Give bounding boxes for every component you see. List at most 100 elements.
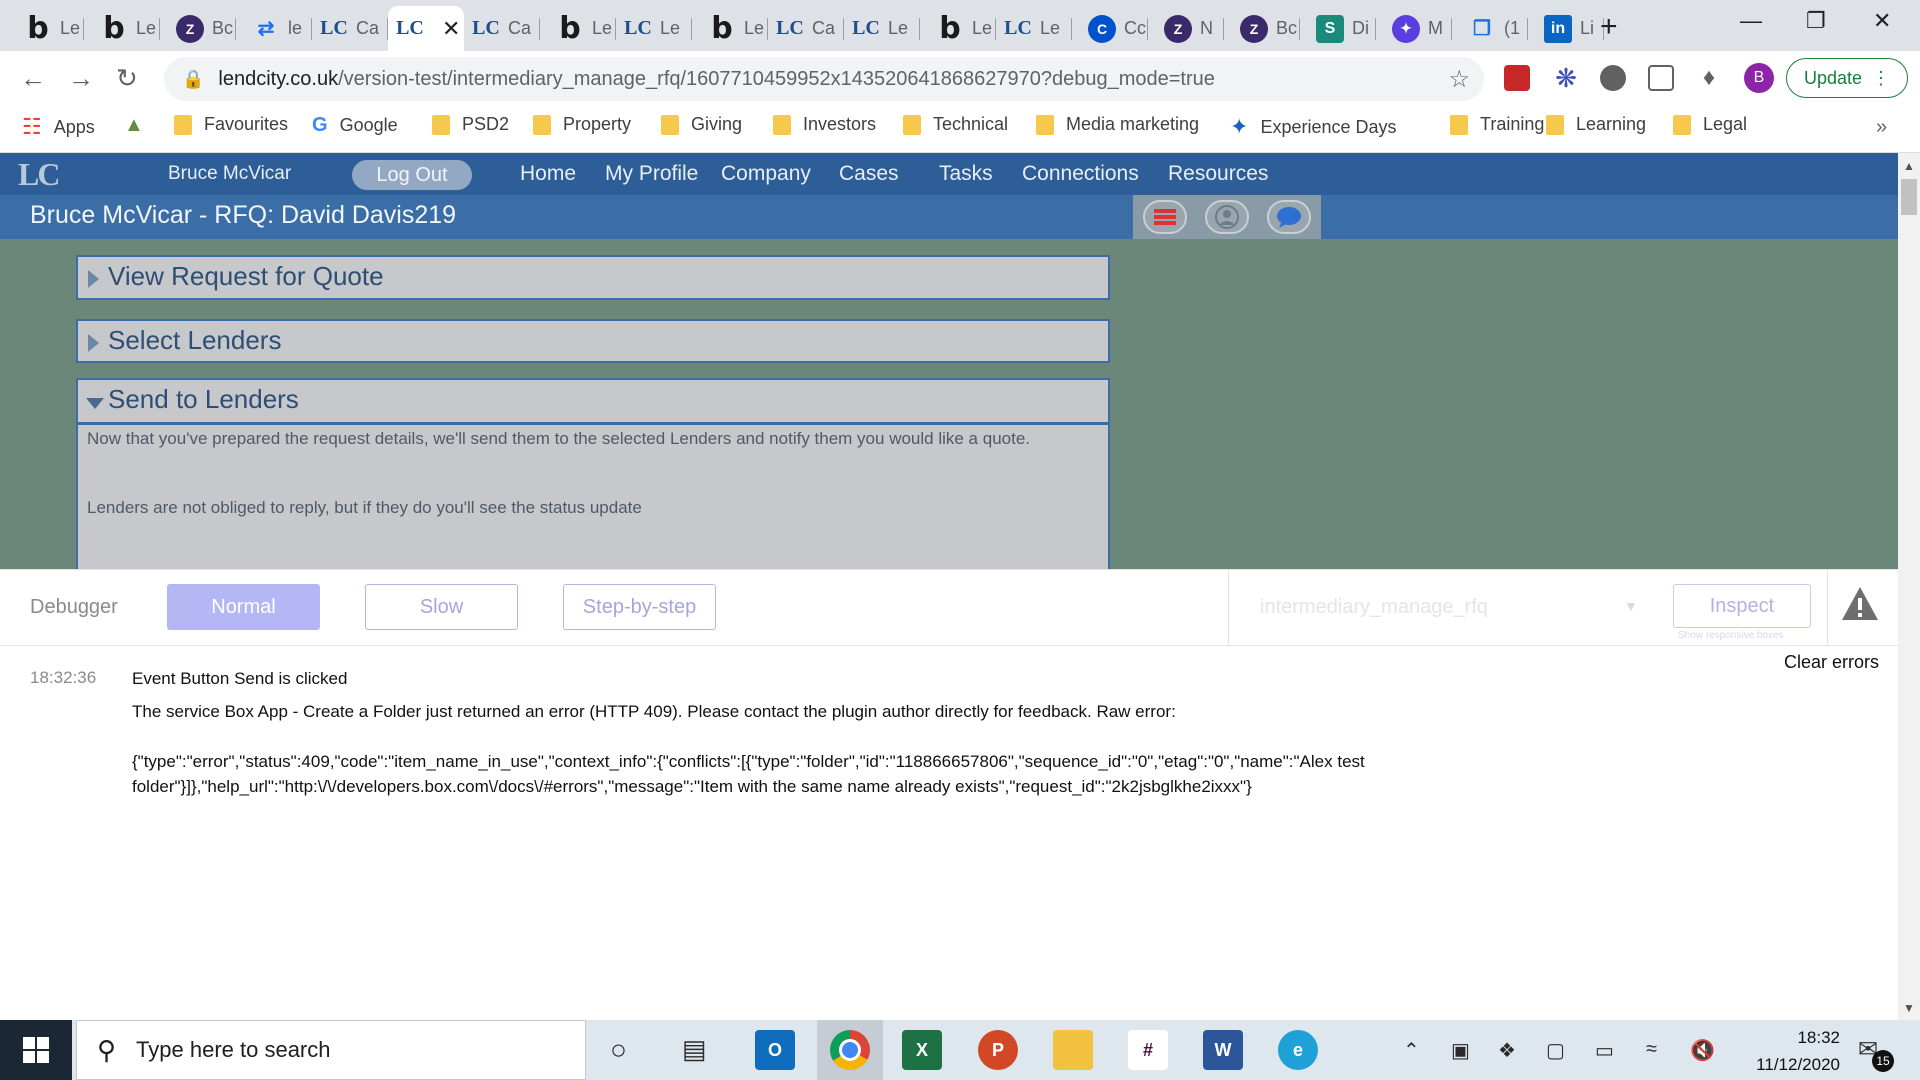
browser-tab[interactable]: ❐ (1	[1452, 6, 1528, 51]
update-button[interactable]: Update ⋮	[1786, 58, 1908, 98]
outlook-icon[interactable]: O	[755, 1030, 795, 1070]
bookmark-item[interactable]: Property	[533, 114, 631, 135]
bookmark-item[interactable]: Technical	[903, 114, 1008, 135]
clipboard-extension-icon[interactable]	[1648, 65, 1674, 91]
bookmark-item[interactable]: ✦ Experience Days	[1230, 114, 1397, 140]
browser-tab[interactable]: Z Bc	[1224, 6, 1300, 51]
taskbar-clock[interactable]: 18:32 11/12/2020	[1720, 1024, 1840, 1078]
minimize-icon[interactable]: —	[1740, 8, 1762, 34]
bookmark-item[interactable]: ▲	[124, 114, 144, 137]
extension-circle-icon[interactable]	[1600, 65, 1626, 91]
scroll-up-icon[interactable]: ▲	[1903, 159, 1915, 173]
chrome-icon[interactable]	[830, 1030, 870, 1070]
logout-button[interactable]: Log Out	[352, 160, 472, 190]
edge-icon[interactable]: e	[1278, 1030, 1318, 1070]
reload-icon[interactable]: ↻	[116, 63, 138, 94]
section-view-rfq[interactable]: View Request for Quote	[76, 255, 1110, 300]
bookmark-item[interactable]: G Google	[312, 114, 398, 137]
back-icon[interactable]: ←	[20, 63, 46, 94]
bookmark-item[interactable]: Giving	[661, 114, 742, 135]
close-window-icon[interactable]: ✕	[1873, 8, 1891, 34]
address-bar[interactable]: 🔒 lendcity.co.uk/version-test/intermedia…	[164, 57, 1484, 101]
browser-tab[interactable]: b Le	[84, 6, 160, 51]
powerpoint-icon[interactable]: P	[978, 1030, 1018, 1070]
windows-start-button[interactable]	[0, 1020, 72, 1080]
bookmark-item[interactable]: PSD2	[432, 114, 509, 135]
restore-icon[interactable]: ❐	[1806, 8, 1826, 34]
taskbar-search-box[interactable]: ⚲ Type here to search	[76, 1020, 586, 1080]
chevron-down-icon[interactable]: ▼	[1624, 598, 1638, 614]
nav-my-profile[interactable]: My Profile	[605, 162, 698, 186]
file-explorer-icon[interactable]	[1053, 1030, 1093, 1070]
nav-connections[interactable]: Connections	[1022, 162, 1139, 186]
clear-errors-link[interactable]: Clear errors	[1784, 652, 1879, 673]
browser-tab[interactable]: ⇄ le	[236, 6, 312, 51]
extensions-puzzle-icon[interactable]: ♦	[1696, 65, 1722, 91]
mode-step-button[interactable]: Step-by-step	[563, 584, 716, 630]
section-send-to-lenders[interactable]: Send to Lenders	[76, 378, 1110, 424]
browser-tab[interactable]: ZN	[1148, 6, 1224, 51]
meet-now-icon[interactable]: ▣	[1451, 1038, 1470, 1063]
wifi-icon[interactable]: ≈	[1646, 1038, 1657, 1061]
show-responsive-boxes-link[interactable]: Show responsive boxes	[1678, 630, 1784, 641]
app-logo[interactable]: LC	[18, 156, 60, 193]
browser-tab[interactable]: b Le	[8, 6, 84, 51]
profile-avatar[interactable]: B	[1744, 63, 1774, 93]
dropbox-icon[interactable]: ❖	[1498, 1038, 1516, 1063]
slack-icon[interactable]: #	[1128, 1030, 1168, 1070]
nav-company[interactable]: Company	[721, 162, 811, 186]
section-select-lenders[interactable]: Select Lenders	[76, 319, 1110, 363]
warning-icon[interactable]	[1840, 584, 1880, 624]
list-menu-icon[interactable]	[1143, 200, 1187, 234]
excel-icon[interactable]: X	[902, 1030, 942, 1070]
browser-tab[interactable]: b Le	[692, 6, 768, 51]
user-profile-icon[interactable]	[1205, 200, 1249, 234]
mode-normal-button[interactable]: Normal	[167, 584, 320, 630]
browser-tab[interactable]: in Li	[1528, 6, 1604, 51]
word-icon[interactable]: W	[1203, 1030, 1243, 1070]
browser-tab[interactable]: Z Bc	[160, 6, 236, 51]
new-tab-button[interactable]: +	[1600, 10, 1618, 44]
forward-icon[interactable]: →	[68, 63, 94, 94]
nav-tasks[interactable]: Tasks	[939, 162, 993, 186]
browser-tab[interactable]: b Le	[540, 6, 616, 51]
nav-resources[interactable]: Resources	[1168, 162, 1268, 186]
lastpass-extension-icon[interactable]	[1504, 65, 1530, 91]
battery-icon[interactable]: ▭	[1595, 1038, 1614, 1063]
browser-tab[interactable]: b Le	[920, 6, 996, 51]
task-view-icon[interactable]: ▤	[682, 1034, 707, 1065]
page-scrollbar[interactable]: ▲ ▼	[1898, 153, 1920, 1020]
browser-tab[interactable]: LC Ca	[768, 6, 844, 51]
browser-tab[interactable]: C Cc	[1072, 6, 1148, 51]
inspect-button[interactable]: Inspect	[1673, 584, 1811, 628]
browser-tab[interactable]: LC Ca	[464, 6, 540, 51]
browser-tab[interactable]: LC ✕	[388, 6, 464, 51]
browser-tab[interactable]: S Di	[1300, 6, 1376, 51]
bookmark-item[interactable]: Favourites	[174, 114, 288, 135]
bookmark-item[interactable]: Media marketing	[1036, 114, 1199, 135]
bookmark-item[interactable]: Legal	[1673, 114, 1747, 135]
snowflake-extension-icon[interactable]: ❋	[1553, 65, 1579, 91]
bookmark-item[interactable]: Training	[1450, 114, 1544, 135]
cortana-icon[interactable]: ○	[610, 1034, 627, 1066]
browser-tab[interactable]: ✦ M	[1376, 6, 1452, 51]
browser-tab[interactable]: LC Le	[616, 6, 692, 51]
browser-tab[interactable]: LC Le	[996, 6, 1072, 51]
bookmark-item[interactable]: Learning	[1546, 114, 1646, 135]
more-bookmarks-icon[interactable]: »	[1876, 116, 1887, 139]
chat-icon[interactable]	[1267, 200, 1311, 234]
browser-tab[interactable]: LC Le	[844, 6, 920, 51]
volume-muted-icon[interactable]: 🔇	[1690, 1038, 1715, 1063]
display-icon[interactable]: ▢	[1546, 1038, 1565, 1063]
browser-tab[interactable]: LC Ca	[312, 6, 388, 51]
bookmark-item[interactable]: Investors	[773, 114, 876, 135]
page-select-dropdown[interactable]: intermediary_manage_rfq	[1260, 596, 1488, 619]
close-tab-icon[interactable]: ✕	[442, 16, 460, 42]
scrollbar-thumb[interactable]	[1901, 179, 1917, 215]
bookmark-item[interactable]: ☷ Apps	[22, 114, 95, 140]
nav-cases[interactable]: Cases	[839, 162, 899, 186]
chevron-up-icon[interactable]: ⌃	[1403, 1038, 1420, 1063]
nav-home[interactable]: Home	[520, 162, 576, 186]
mode-slow-button[interactable]: Slow	[365, 584, 518, 630]
bookmark-star-icon[interactable]: ☆	[1448, 65, 1470, 94]
